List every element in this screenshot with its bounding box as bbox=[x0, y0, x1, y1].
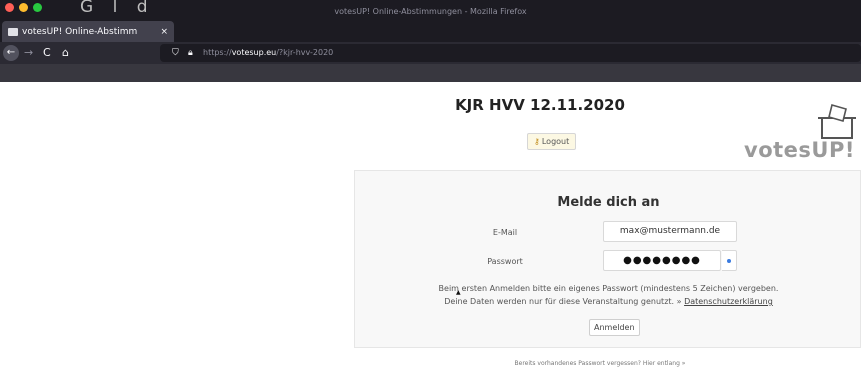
window-titlebar: votesUP! Online-Abstimmungen - Mozilla F… bbox=[0, 0, 861, 20]
favicon-icon bbox=[8, 27, 18, 36]
url-bar[interactable]: ⛉ 🔒︎ https://votesup.eu/?kjr-hvv-2020 bbox=[160, 44, 861, 62]
overlay-text: G l d bbox=[80, 0, 155, 17]
key-icon: ⚷ bbox=[534, 137, 540, 146]
bookmarks-toolbar bbox=[0, 64, 861, 82]
tab-close-icon[interactable]: × bbox=[160, 27, 168, 37]
password-field[interactable]: ●●●●●●●● bbox=[603, 250, 721, 271]
password-label: Passwort bbox=[487, 257, 523, 266]
info-text-line1: Beim ersten Anmelden bitte ein eigenes P… bbox=[438, 284, 779, 293]
login-heading: Melde dich an bbox=[557, 195, 660, 210]
mouse-cursor-icon: ▲ bbox=[456, 289, 461, 296]
page-title: KJR HVV 12.11.2020 bbox=[455, 96, 625, 114]
forward-button[interactable]: → bbox=[24, 45, 33, 61]
logout-label: Logout bbox=[541, 137, 570, 146]
tab-votesup[interactable]: votesUP! Online-Abstimm × bbox=[2, 21, 174, 42]
back-button[interactable]: ← bbox=[3, 45, 19, 61]
password-manager-icon[interactable] bbox=[722, 250, 737, 271]
tab-label: votesUP! Online-Abstimm bbox=[22, 26, 138, 37]
home-button[interactable]: ⌂ bbox=[62, 45, 69, 61]
email-label: E-Mail bbox=[492, 228, 518, 237]
votesup-logo: votesUP! bbox=[744, 103, 861, 163]
tab-strip: votesUP! Online-Abstimm × + bbox=[0, 20, 861, 57]
url-scheme: https:// bbox=[203, 48, 232, 57]
ballot-box-icon bbox=[818, 104, 856, 139]
url-host: votesup.eu bbox=[231, 48, 277, 57]
page-content: KJR HVV 12.11.2020 ⚷ Logout votesUP! Meld… bbox=[0, 82, 861, 367]
logo-text: votesUP! bbox=[744, 138, 855, 162]
info-text-prefix: Deine Daten werden nur für diese Veranst… bbox=[444, 297, 685, 306]
lock-icon[interactable]: 🔒︎ bbox=[188, 46, 193, 60]
forgot-password-link[interactable]: Bereits vorhandenes Passwort vergessen? … bbox=[450, 360, 750, 367]
url-path: /?kjr-hvv-2020 bbox=[276, 48, 334, 57]
logout-button[interactable]: ⚷ Logout bbox=[527, 133, 577, 150]
email-field[interactable]: max@mustermann.de bbox=[603, 221, 737, 242]
login-button[interactable]: Anmelden bbox=[589, 319, 640, 336]
url-text[interactable]: https://votesup.eu/?kjr-hvv-2020 bbox=[203, 47, 333, 59]
info-text-line2: Deine Daten werden nur für diese Veranst… bbox=[355, 297, 861, 306]
reload-button[interactable]: C bbox=[43, 45, 51, 61]
navigation-bar: ← → C ⌂ ⛉ 🔒︎ https://votesup.eu/?kjr-hvv… bbox=[0, 42, 861, 64]
login-card: Melde dich an E-Mail max@mustermann.de P… bbox=[354, 170, 861, 348]
privacy-policy-link[interactable]: Datenschutzerklärung bbox=[684, 297, 773, 306]
tracking-shield-icon[interactable]: ⛉ bbox=[172, 46, 179, 60]
